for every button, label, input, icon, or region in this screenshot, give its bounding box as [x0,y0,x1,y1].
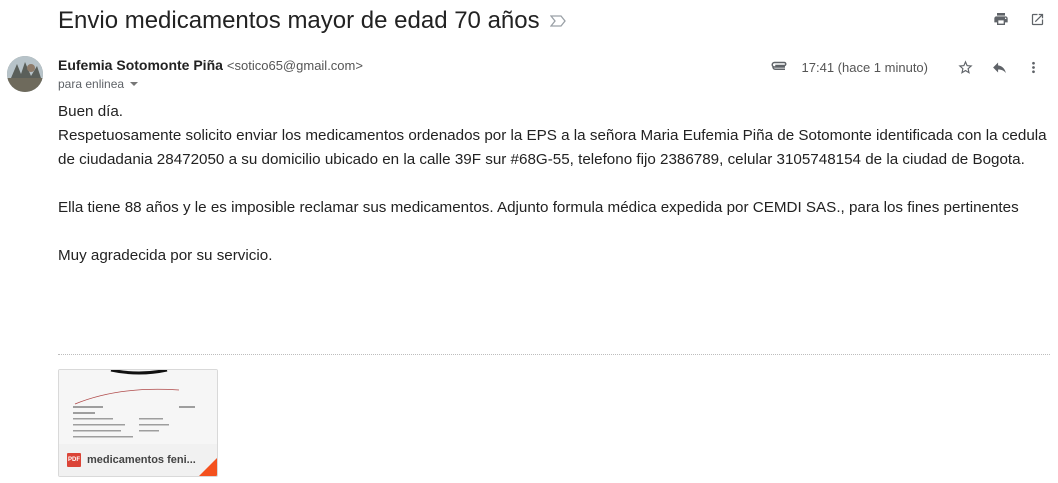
label-important-outline-icon[interactable] [549,13,566,29]
sender-avatar[interactable] [7,56,43,92]
message-body: Buen día. Respetuosamente solicito envia… [58,100,1050,268]
recipient-label: para enlinea [58,77,125,91]
body-paragraph-2: Ella tiene 88 años y le es imposible rec… [58,199,1019,216]
attachments-divider [58,354,1050,355]
more-vertical-icon[interactable] [1024,58,1042,76]
message-meta: 17:41 (hace 1 minuto) [760,57,1048,77]
email-subject: Envio medicamentos mayor de edad 70 años [58,7,540,34]
message-timestamp: 17:41 (hace 1 minuto) [801,59,928,75]
sender-email: <sotico65@gmail.com> [226,58,363,73]
pdf-file-icon: PDF [67,453,81,467]
star-outline-icon[interactable] [956,58,974,76]
attachment-card[interactable]: PDF medicamentos feni... [58,369,218,477]
attachment-thumbnail [59,370,217,446]
body-paragraph-1: Respetuosamente solicito enviar los medi… [58,127,1047,168]
open-in-new-window-icon[interactable] [1028,10,1046,28]
sender-name[interactable]: Eufemia Sotomonte Piña [58,57,223,73]
body-closing: Muy agradecida por su servicio. [58,247,273,264]
recipient-row[interactable]: para enlinea [58,77,139,91]
thread-actions [992,10,1046,28]
attachment-filename: medicamentos feni... [87,454,196,466]
sender-info: Eufemia Sotomonte Piña <sotico65@gmail.c… [58,57,363,73]
chevron-down-icon[interactable] [130,82,139,86]
print-icon[interactable] [992,10,1010,28]
reply-icon[interactable] [990,58,1008,76]
body-greeting: Buen día. [58,103,124,120]
subject-row: Envio medicamentos mayor de edad 70 años [58,4,1058,38]
attachment-corner-fold [199,458,217,476]
paperclip-icon [770,58,788,76]
attachment-footer: PDF medicamentos feni... [59,444,217,476]
